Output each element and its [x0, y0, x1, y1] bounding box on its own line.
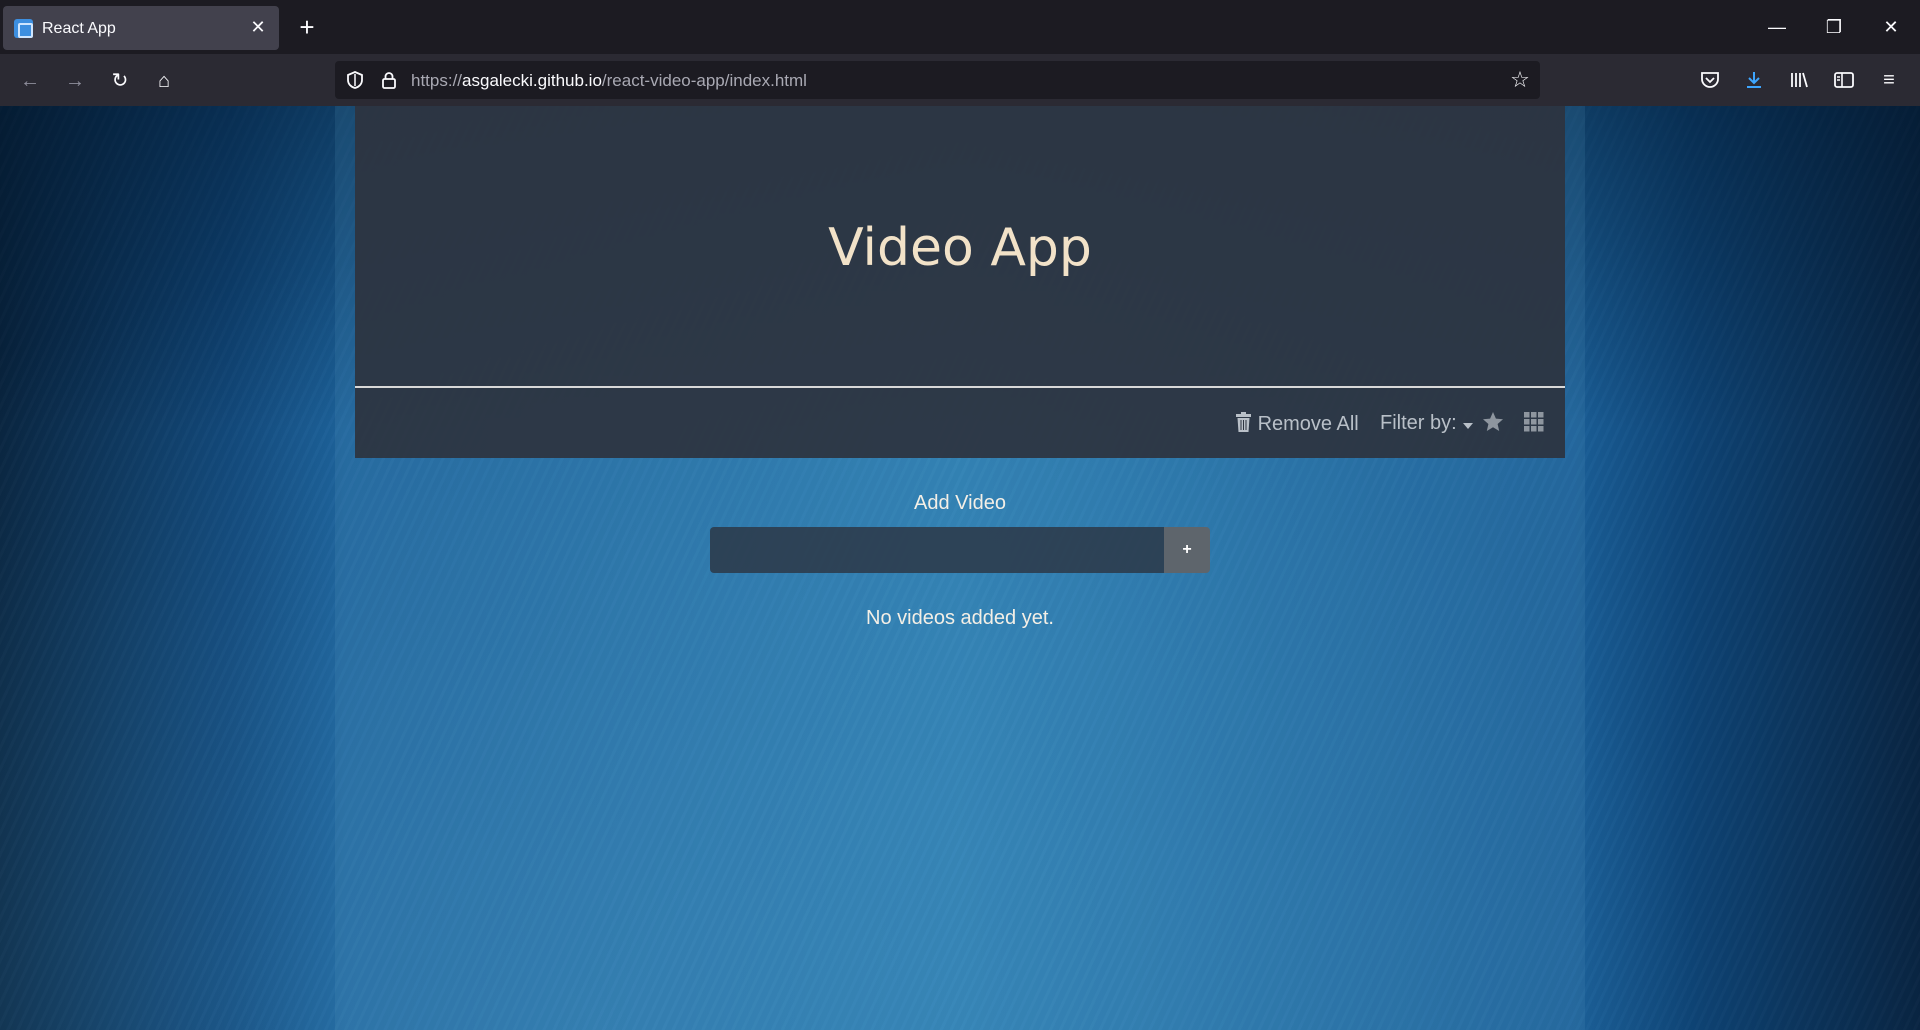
- grid-icon: [1524, 412, 1544, 432]
- remove-all-label: Remove All: [1257, 413, 1359, 435]
- minimize-button[interactable]: —: [1755, 10, 1799, 44]
- grid-view-button[interactable]: [1524, 412, 1544, 436]
- app-menu-icon[interactable]: ≡: [1873, 64, 1905, 96]
- star-icon: [1483, 412, 1503, 431]
- back-button[interactable]: ←: [13, 64, 47, 98]
- tab-title: React App: [42, 20, 116, 37]
- filter-dropdown[interactable]: Filter by:: [1380, 412, 1474, 435]
- library-icon[interactable]: [1783, 64, 1815, 96]
- tracking-protection-shield-icon[interactable]: [345, 70, 365, 90]
- sidebar-icon[interactable]: [1828, 64, 1860, 96]
- header-jumbotron: Video App: [355, 106, 1565, 386]
- video-url-input[interactable]: [710, 527, 1164, 573]
- close-window-button[interactable]: ✕: [1869, 10, 1913, 44]
- page-background: Video App Remove All Filter by: Add Vide…: [0, 106, 1920, 1030]
- download-icon[interactable]: [1738, 64, 1770, 96]
- url-host: asgalecki.github.io: [462, 71, 602, 90]
- address-bar[interactable]: https://asgalecki.github.io/react-video-…: [335, 61, 1540, 99]
- trash-icon: [1236, 412, 1251, 432]
- add-video-label: Add Video: [914, 492, 1006, 514]
- caret-down-icon: [1463, 423, 1474, 429]
- react-favicon-icon: [14, 19, 33, 38]
- close-tab-icon[interactable]: ✕: [247, 16, 269, 38]
- navigation-toolbar: ← → ↻ ⌂ https://asgalecki.github.io/reac…: [0, 54, 1920, 106]
- tab-react-app[interactable]: React App ✕: [3, 6, 279, 50]
- filter-label: Filter by:: [1380, 412, 1457, 434]
- bookmark-star-icon[interactable]: ☆: [1508, 68, 1532, 92]
- video-toolbar: Remove All Filter by:: [355, 388, 1565, 458]
- new-tab-button[interactable]: +: [292, 12, 322, 42]
- add-video-form: +: [710, 527, 1210, 573]
- restore-button[interactable]: ❐: [1812, 10, 1856, 44]
- app-container: Video App Remove All Filter by: Add Vide…: [335, 106, 1585, 1030]
- remove-all-button[interactable]: Remove All: [1235, 412, 1359, 436]
- url-path: /react-video-app/index.html: [601, 71, 807, 90]
- home-button[interactable]: ⌂: [147, 64, 181, 98]
- page-title: Video App: [828, 218, 1092, 278]
- empty-state-message: No videos added yet.: [866, 607, 1054, 629]
- favorites-star-button[interactable]: [1481, 410, 1505, 438]
- tab-bar: React App ✕ + — ❐ ✕: [0, 0, 1920, 54]
- reload-button[interactable]: ↻: [103, 64, 137, 98]
- pocket-icon[interactable]: [1694, 64, 1726, 96]
- url-scheme: https://: [411, 71, 463, 90]
- url-text: https://asgalecki.github.io/react-video-…: [411, 71, 807, 91]
- lock-icon[interactable]: [379, 70, 399, 90]
- add-video-button[interactable]: +: [1164, 527, 1210, 573]
- forward-button[interactable]: →: [58, 64, 92, 98]
